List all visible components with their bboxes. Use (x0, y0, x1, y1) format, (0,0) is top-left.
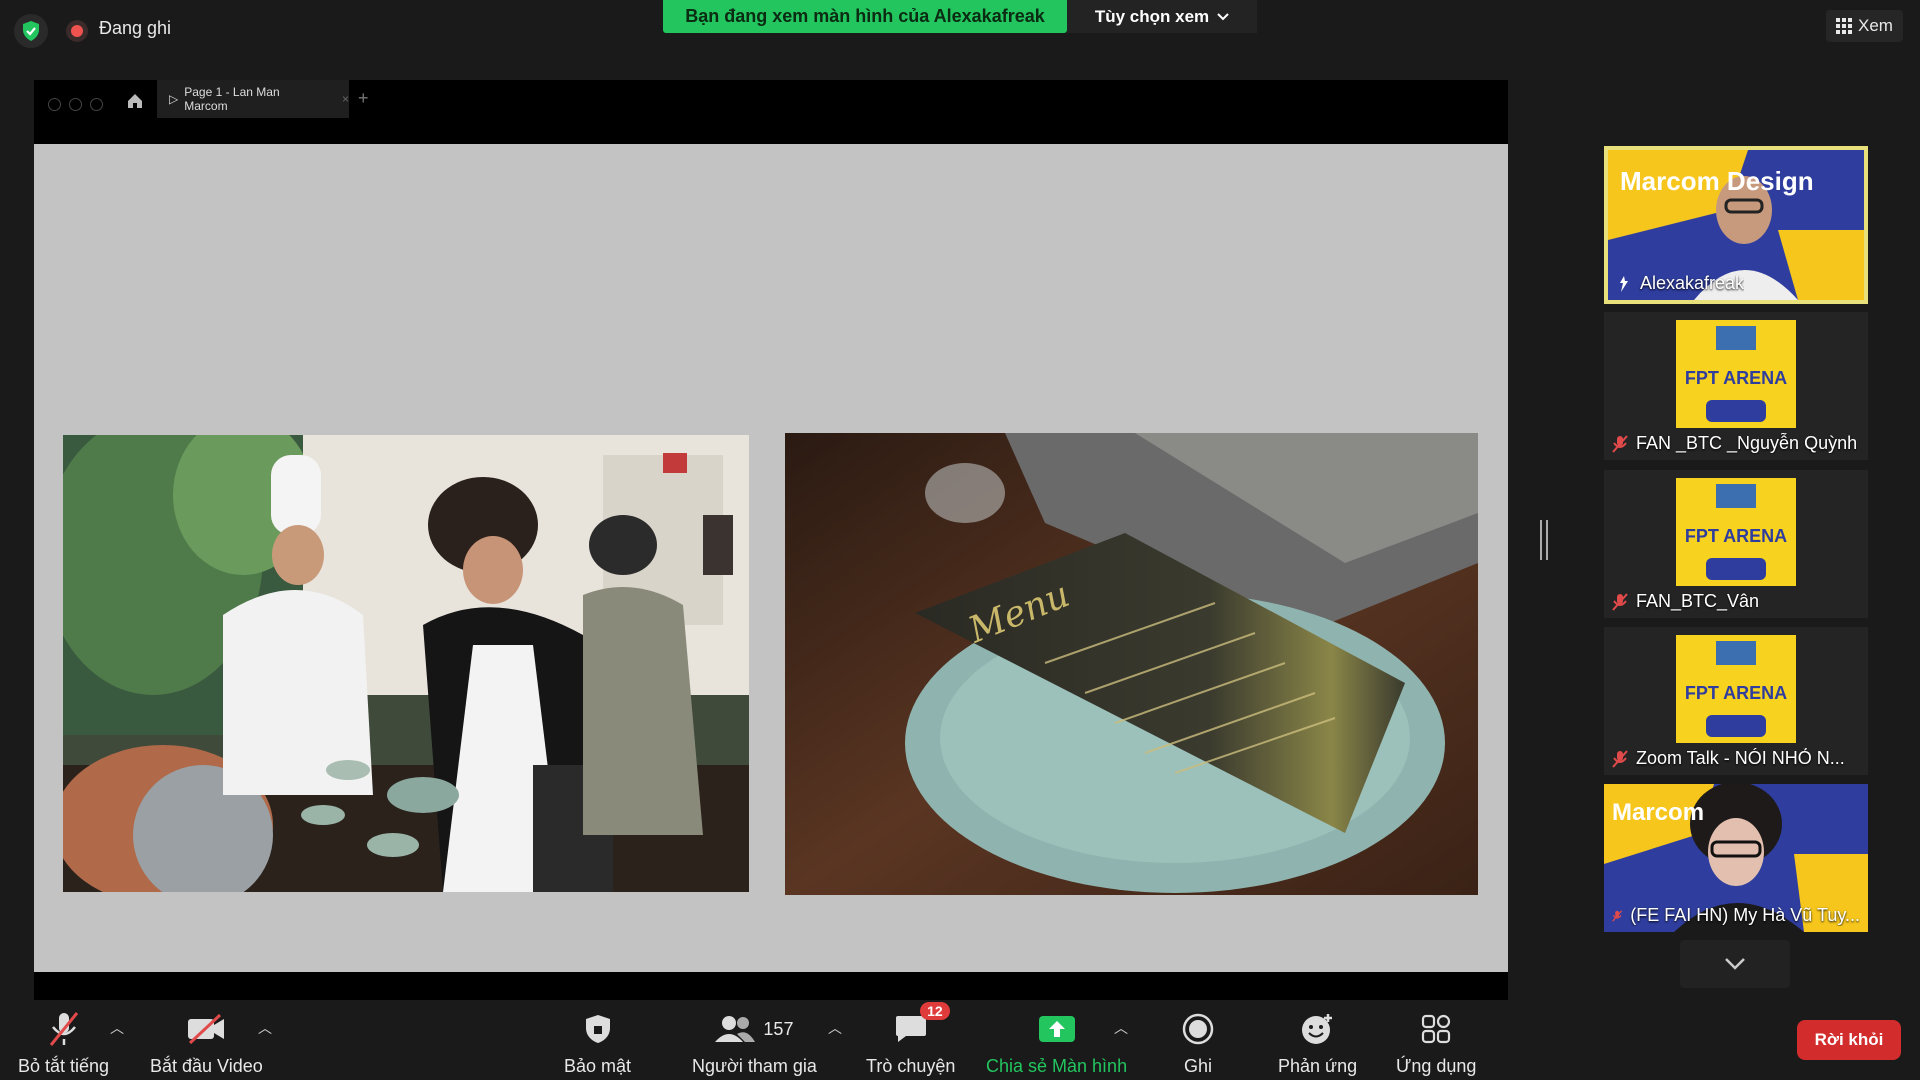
reactions-button[interactable]: Phản ứng (1278, 1010, 1357, 1077)
participant-name: FAN_BTC_Vân (1636, 591, 1760, 611)
chevron-down-icon (1217, 12, 1229, 20)
video-off-icon (188, 1013, 225, 1045)
mic-muted-icon (1612, 592, 1628, 611)
participant-name: Zoom Talk - NÓI NHỎ N... (1636, 748, 1845, 768)
shared-tab-bar: ▷ Page 1 - Lan Man Marcom × + (34, 80, 1508, 144)
share-screen-label: Chia sẻ Màn hình (986, 1056, 1128, 1076)
share-options-caret-icon[interactable]: ︿ (1114, 1018, 1128, 1038)
smiley-plus-icon (1301, 1014, 1332, 1044)
record-label: Ghi (1183, 1056, 1212, 1076)
home-icon (128, 94, 142, 108)
mic-muted-icon (1612, 434, 1628, 453)
close-icon: × (341, 92, 349, 106)
active-speaker-icon (1620, 275, 1628, 292)
more-participants-button[interactable] (1680, 940, 1790, 988)
apps-label: Ứng dụng (1396, 1056, 1477, 1076)
share-screen-icon (1038, 1016, 1075, 1042)
poster-text: FPT ARENA (1685, 368, 1787, 388)
video-options-caret-icon[interactable]: ︿ (258, 1018, 272, 1038)
record-button[interactable]: Ghi (1182, 1010, 1214, 1077)
mic-muted-icon (1612, 749, 1628, 768)
shared-tab-title: Page 1 - Lan Man Marcom (184, 85, 280, 113)
participants-options-caret-icon[interactable]: ︿ (828, 1018, 842, 1038)
mic-muted-icon (49, 1012, 78, 1046)
new-tab-icon: + (358, 88, 369, 108)
poster-text: FPT ARENA (1685, 683, 1787, 703)
cooking-class-photo (63, 435, 749, 892)
window-controls (48, 98, 103, 111)
apps-button[interactable]: Ứng dụng (1396, 1010, 1476, 1077)
poster-text: Marcom Design (1620, 166, 1814, 196)
participants-icon (715, 1016, 756, 1042)
view-options-dropdown[interactable]: Tùy chọn xem (1067, 0, 1257, 33)
shared-tab: ▷ Page 1 - Lan Man Marcom × (157, 80, 349, 118)
participants-label: Người tham gia (692, 1056, 817, 1076)
panel-resize-handle[interactable] (1540, 520, 1548, 560)
participant-name: (FE FAI HN) My Hà Vũ Tuy... (1630, 905, 1860, 925)
security-shield-icon[interactable] (14, 14, 48, 48)
fpt-arena-poster: FPT ARENA (1676, 635, 1796, 743)
participant-name: Alexakafreak (1640, 273, 1745, 293)
leave-button[interactable]: Rời khỏi (1797, 1020, 1901, 1060)
chevron-down-icon (1725, 958, 1745, 970)
chat-icon (895, 1016, 926, 1042)
recording-label: Đang ghi (99, 18, 172, 38)
participants-button[interactable]: 157 Người tham gia (692, 1010, 817, 1077)
mic-muted-icon (1612, 909, 1623, 922)
participant-tile[interactable]: FPT ARENA FAN_BTC_Vân (1604, 470, 1868, 618)
share-screen-button[interactable]: Chia sẻ Màn hình (986, 1010, 1127, 1077)
poster-text: Marcom (1612, 799, 1704, 826)
recording-indicator-icon (66, 20, 88, 42)
meeting-toolbar (0, 1000, 1920, 1080)
view-options-label: Tùy chọn xem (1094, 6, 1210, 26)
mute-button[interactable]: Bỏ tắt tiếng (18, 1010, 109, 1077)
fpt-arena-poster: FPT ARENA (1676, 478, 1796, 586)
chat-label: Trò chuyện (866, 1056, 956, 1076)
play-icon: ▷ (169, 92, 179, 106)
mute-options-caret-icon[interactable]: ︿ (110, 1018, 124, 1038)
participants-count: 157 (763, 1018, 794, 1039)
mute-label: Bỏ tắt tiếng (18, 1056, 110, 1076)
chat-button[interactable]: 12 Trò chuyện (866, 1002, 956, 1077)
fpt-arena-poster: FPT ARENA (1676, 320, 1796, 428)
participant-name: FAN _BTC _Nguyễn Quỳnh (1636, 433, 1858, 453)
record-icon (1182, 1013, 1214, 1045)
shield-icon (585, 1015, 610, 1043)
view-button-label: Xem (1858, 16, 1893, 35)
security-button[interactable]: Bảo mật (564, 1010, 631, 1077)
start-video-button[interactable]: Bắt đầu Video (150, 1010, 263, 1077)
participant-tile[interactable]: Marcom (FE FAI HN) My Hà Vũ Tuy... (1604, 784, 1868, 932)
start-video-label: Bắt đầu Video (150, 1056, 263, 1076)
grid-icon (1836, 18, 1852, 34)
view-button[interactable]: Xem (1826, 10, 1903, 42)
screen-share-banner: Bạn đang xem màn hình của Alexakafreak (663, 0, 1067, 33)
participant-tile[interactable]: FPT ARENA Zoom Talk - NÓI NHỎ N... (1604, 627, 1868, 775)
participant-tile[interactable]: FPT ARENA FAN _BTC _Nguyễn Quỳnh (1604, 312, 1868, 460)
presentation-slide: Menu (34, 144, 1508, 972)
menu-card-photo: Menu (785, 433, 1478, 895)
reactions-label: Phản ứng (1278, 1056, 1358, 1076)
security-label: Bảo mật (564, 1056, 632, 1076)
participant-tile-active[interactable]: Marcom Design Alexakafreak (1604, 146, 1868, 304)
poster-text: FPT ARENA (1685, 526, 1787, 546)
chat-unread-badge: 12 (920, 1002, 950, 1020)
shared-screen[interactable]: ▷ Page 1 - Lan Man Marcom × + Menu (34, 80, 1508, 1000)
apps-icon (1422, 1014, 1451, 1044)
